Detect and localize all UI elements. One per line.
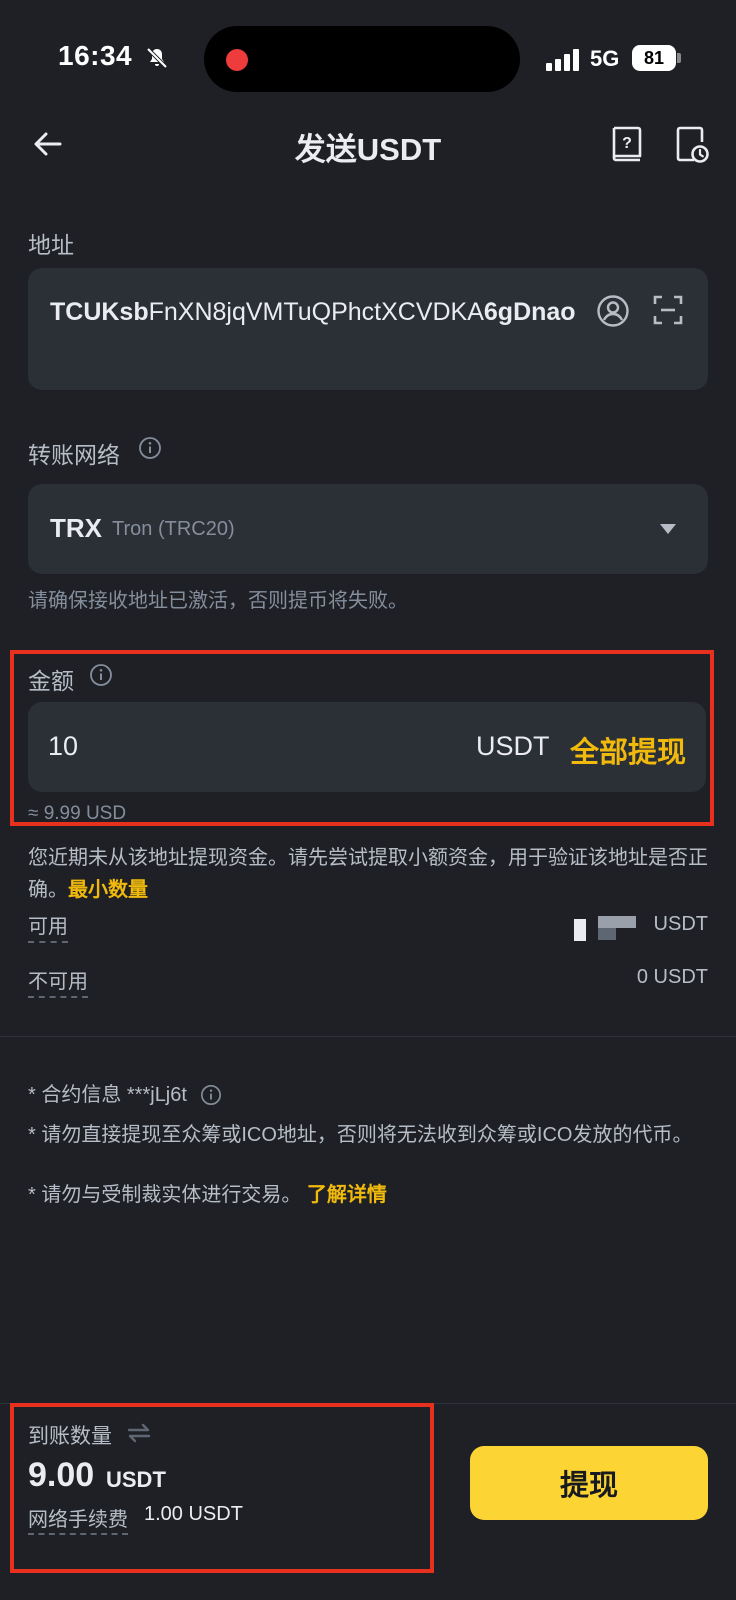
unavailable-label[interactable]: 不可用 bbox=[28, 965, 88, 998]
dynamic-island bbox=[204, 26, 520, 92]
history-icon[interactable] bbox=[674, 124, 710, 164]
battery-icon: 81 bbox=[632, 45, 676, 71]
receive-unit: USDT bbox=[106, 1467, 166, 1492]
contact-icon[interactable] bbox=[596, 294, 630, 328]
network-hint: 请确保接收地址已激活，否则提币将失败。 bbox=[28, 590, 408, 612]
receive-label: 到账数量 bbox=[28, 1425, 112, 1448]
address-suffix: 6gDnao bbox=[483, 298, 576, 326]
bell-off-icon bbox=[146, 47, 168, 69]
network-label: 转账网络 bbox=[28, 442, 120, 468]
sanction-warning: * 请勿与受制裁实体进行交易。 了解详情 bbox=[28, 1180, 387, 1210]
crowdfund-warning: * 请勿直接提现至众筹或ICO地址，否则将无法收到众筹或ICO发放的代币。 bbox=[28, 1124, 693, 1146]
address-prefix: TCUKsb bbox=[50, 298, 149, 326]
svg-text:?: ? bbox=[622, 135, 632, 152]
signal-icon bbox=[546, 49, 579, 71]
available-label[interactable]: 可用 bbox=[28, 910, 68, 943]
network-fee-label[interactable]: 网络手续费 bbox=[28, 1503, 128, 1535]
info-icon[interactable] bbox=[200, 1084, 222, 1106]
first-withdrawal-warning: 您近期未从该地址提现资金。请先尝试提取小额资金，用于验证该地址是否正确。最小数量 bbox=[28, 842, 718, 906]
amount-label: 金额 bbox=[28, 668, 74, 694]
contract-info[interactable]: * 合约信息 ***jLj6t bbox=[28, 1080, 187, 1110]
status-time: 16:34 bbox=[58, 40, 133, 71]
address-label: 地址 bbox=[28, 232, 74, 258]
swap-icon[interactable] bbox=[126, 1422, 152, 1444]
withdraw-button[interactable]: 提现 bbox=[470, 1446, 708, 1520]
min-amount-link[interactable]: 最小数量 bbox=[68, 879, 148, 901]
network-code: TRX bbox=[50, 513, 102, 543]
recording-dot-icon bbox=[226, 49, 248, 71]
address-middle: FnXN8jqVMTuQPhctXCVDKA bbox=[148, 298, 484, 326]
section-divider bbox=[0, 1036, 736, 1037]
masked-balance bbox=[598, 916, 636, 928]
contract-info-label: * 合约信息 ***jLj6t bbox=[28, 1084, 187, 1106]
caret-down-icon[interactable] bbox=[658, 522, 678, 536]
withdraw-all-button[interactable]: 全部提现 bbox=[570, 729, 686, 771]
network-name: Tron (TRC20) bbox=[112, 518, 235, 540]
address-value[interactable]: TCUKsbFnXN8jqVMTuQPhctXCVDKA6gDnao bbox=[50, 293, 590, 331]
unavailable-value: 0 USDT bbox=[636, 966, 708, 988]
network-fee-value: 1.00 USDT bbox=[144, 1503, 243, 1525]
info-icon[interactable] bbox=[89, 663, 113, 687]
amount-unit: USDT bbox=[476, 731, 550, 761]
available-unit: USDT bbox=[653, 913, 708, 935]
info-icon[interactable] bbox=[138, 436, 162, 460]
amount-value[interactable]: 10 bbox=[48, 731, 78, 762]
learn-more-link[interactable]: 了解详情 bbox=[307, 1184, 387, 1206]
sanction-warning-text: * 请勿与受制裁实体进行交易。 bbox=[28, 1184, 302, 1206]
masked-balance bbox=[574, 919, 586, 941]
battery-cap bbox=[677, 53, 681, 63]
scan-icon[interactable] bbox=[652, 294, 684, 326]
amount-usd-equivalent: ≈ 9.99 USD bbox=[28, 803, 127, 824]
receive-amount: 9.00 bbox=[28, 1456, 95, 1494]
network-type: 5G bbox=[590, 46, 620, 71]
help-book-icon[interactable]: ? bbox=[610, 125, 644, 163]
masked-balance bbox=[598, 928, 616, 940]
